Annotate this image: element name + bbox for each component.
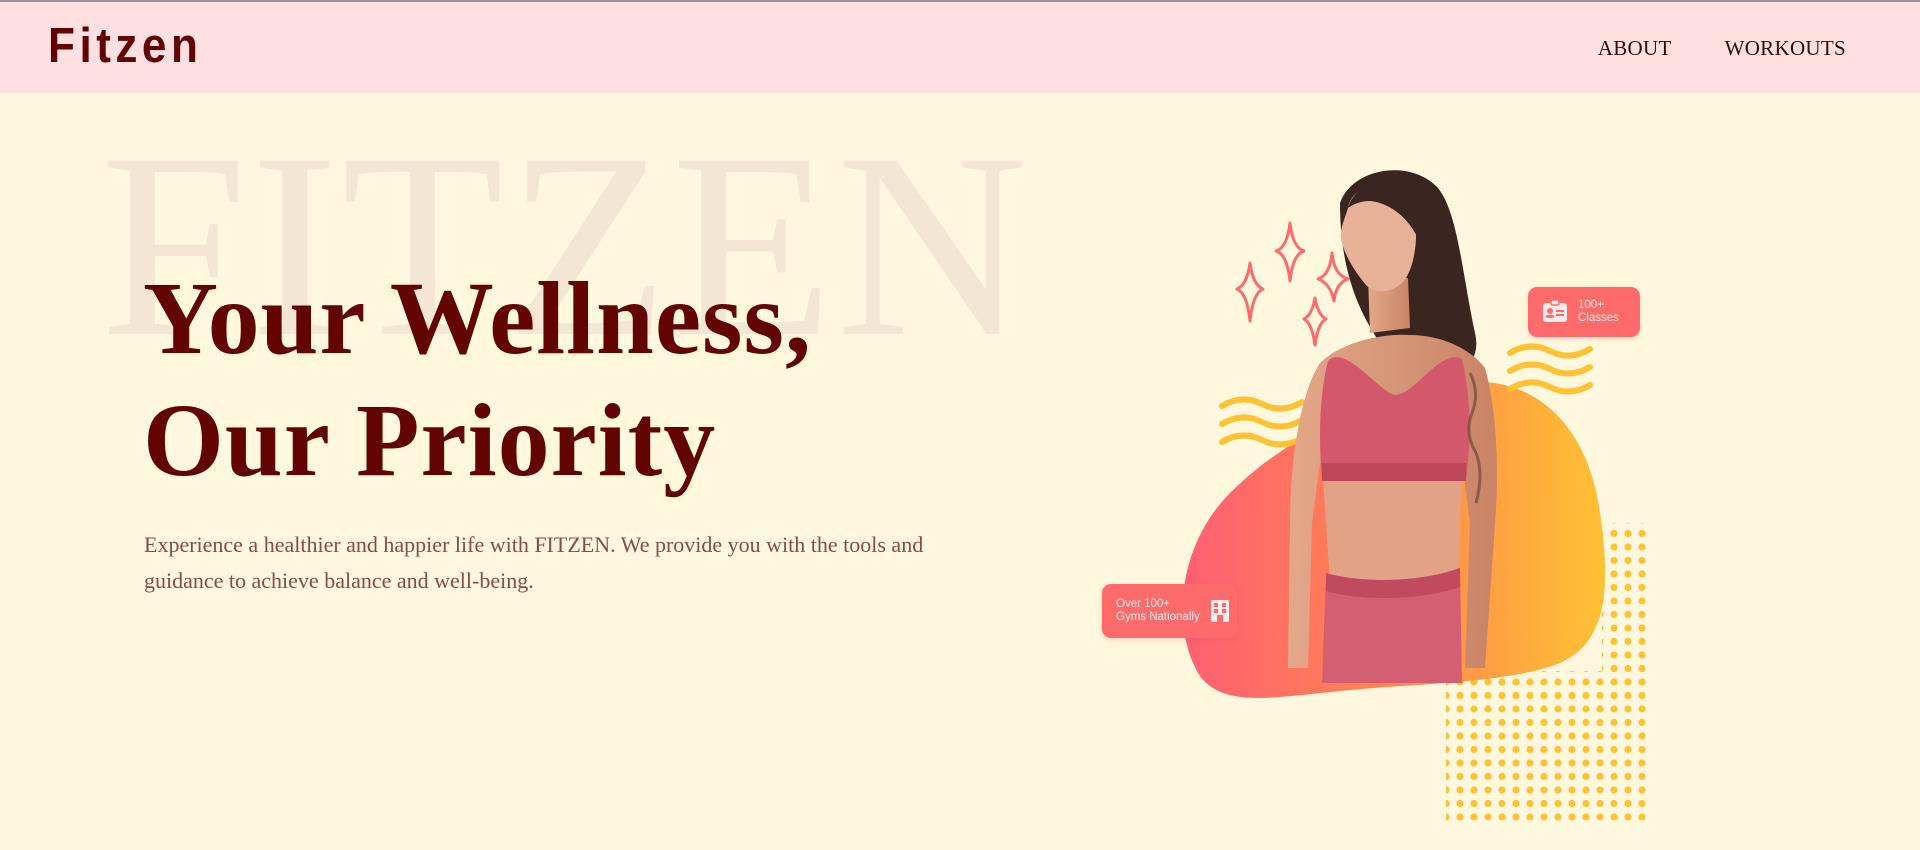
wave-lines-right xyxy=(1507,343,1593,395)
hero-headline-line-1: Your Wellness, xyxy=(143,261,812,376)
hero-section: FITZEN Your Wellness, Our Priority Exper… xyxy=(0,93,1920,850)
hero-artwork xyxy=(1182,170,1650,821)
building-icon xyxy=(1210,600,1229,622)
nav-link-workouts[interactable]: WORKOUTS xyxy=(1725,36,1846,61)
hero-illustration: 100+ Classes Over 100+ Gyms Nationally xyxy=(1090,163,1680,823)
dot-pattern-vertical xyxy=(1602,523,1650,685)
classes-badge-label: Classes xyxy=(1578,312,1619,324)
classes-badge-count: 100+ xyxy=(1578,299,1604,311)
dot-pattern-horizontal xyxy=(1446,671,1650,821)
wave-lines-left xyxy=(1219,396,1305,448)
gyms-badge: Over 100+ Gyms Nationally xyxy=(1102,584,1237,638)
hero-headline-line-2: Our Priority xyxy=(143,383,717,498)
classes-badge-text: 100+ Classes xyxy=(1578,299,1619,325)
sparkle-icons xyxy=(1235,221,1350,347)
id-card-icon xyxy=(1543,300,1567,322)
hero-subtext: Experience a healthier and happier life … xyxy=(144,532,924,593)
brand-logo[interactable]: Fitzen xyxy=(48,18,202,74)
gyms-badge-count: Over 100+ xyxy=(1116,598,1171,610)
gyms-badge-label: Gyms Nationally xyxy=(1116,611,1200,623)
classes-badge: 100+ Classes xyxy=(1528,287,1640,337)
navbar: Fitzen ABOUT WORKOUTS xyxy=(0,2,1920,93)
nav-link-about[interactable]: ABOUT xyxy=(1598,36,1672,61)
gyms-badge-text: Over 100+ Gyms Nationally xyxy=(1116,598,1200,624)
hero-headline: Your Wellness, Our Priority xyxy=(143,258,812,502)
main-nav: ABOUT WORKOUTS xyxy=(1598,36,1846,61)
